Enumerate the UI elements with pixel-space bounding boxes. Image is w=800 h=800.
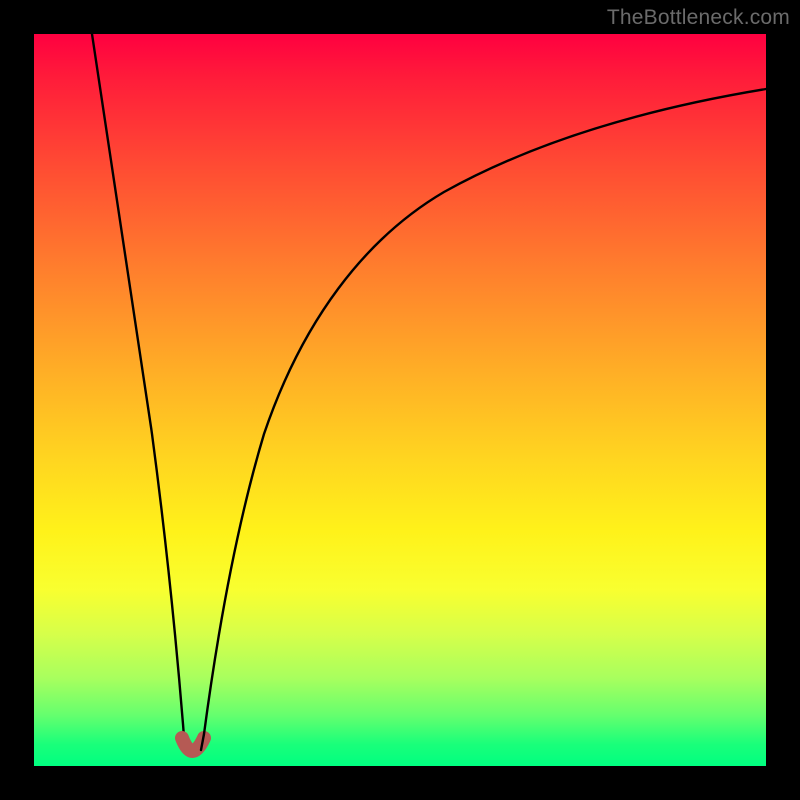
curve-layer <box>34 34 766 766</box>
bottleneck-curve-right <box>201 89 766 750</box>
chart-frame: TheBottleneck.com <box>0 0 800 800</box>
bottleneck-curve-left <box>92 34 185 750</box>
plot-area <box>34 34 766 766</box>
watermark-text: TheBottleneck.com <box>607 6 790 30</box>
